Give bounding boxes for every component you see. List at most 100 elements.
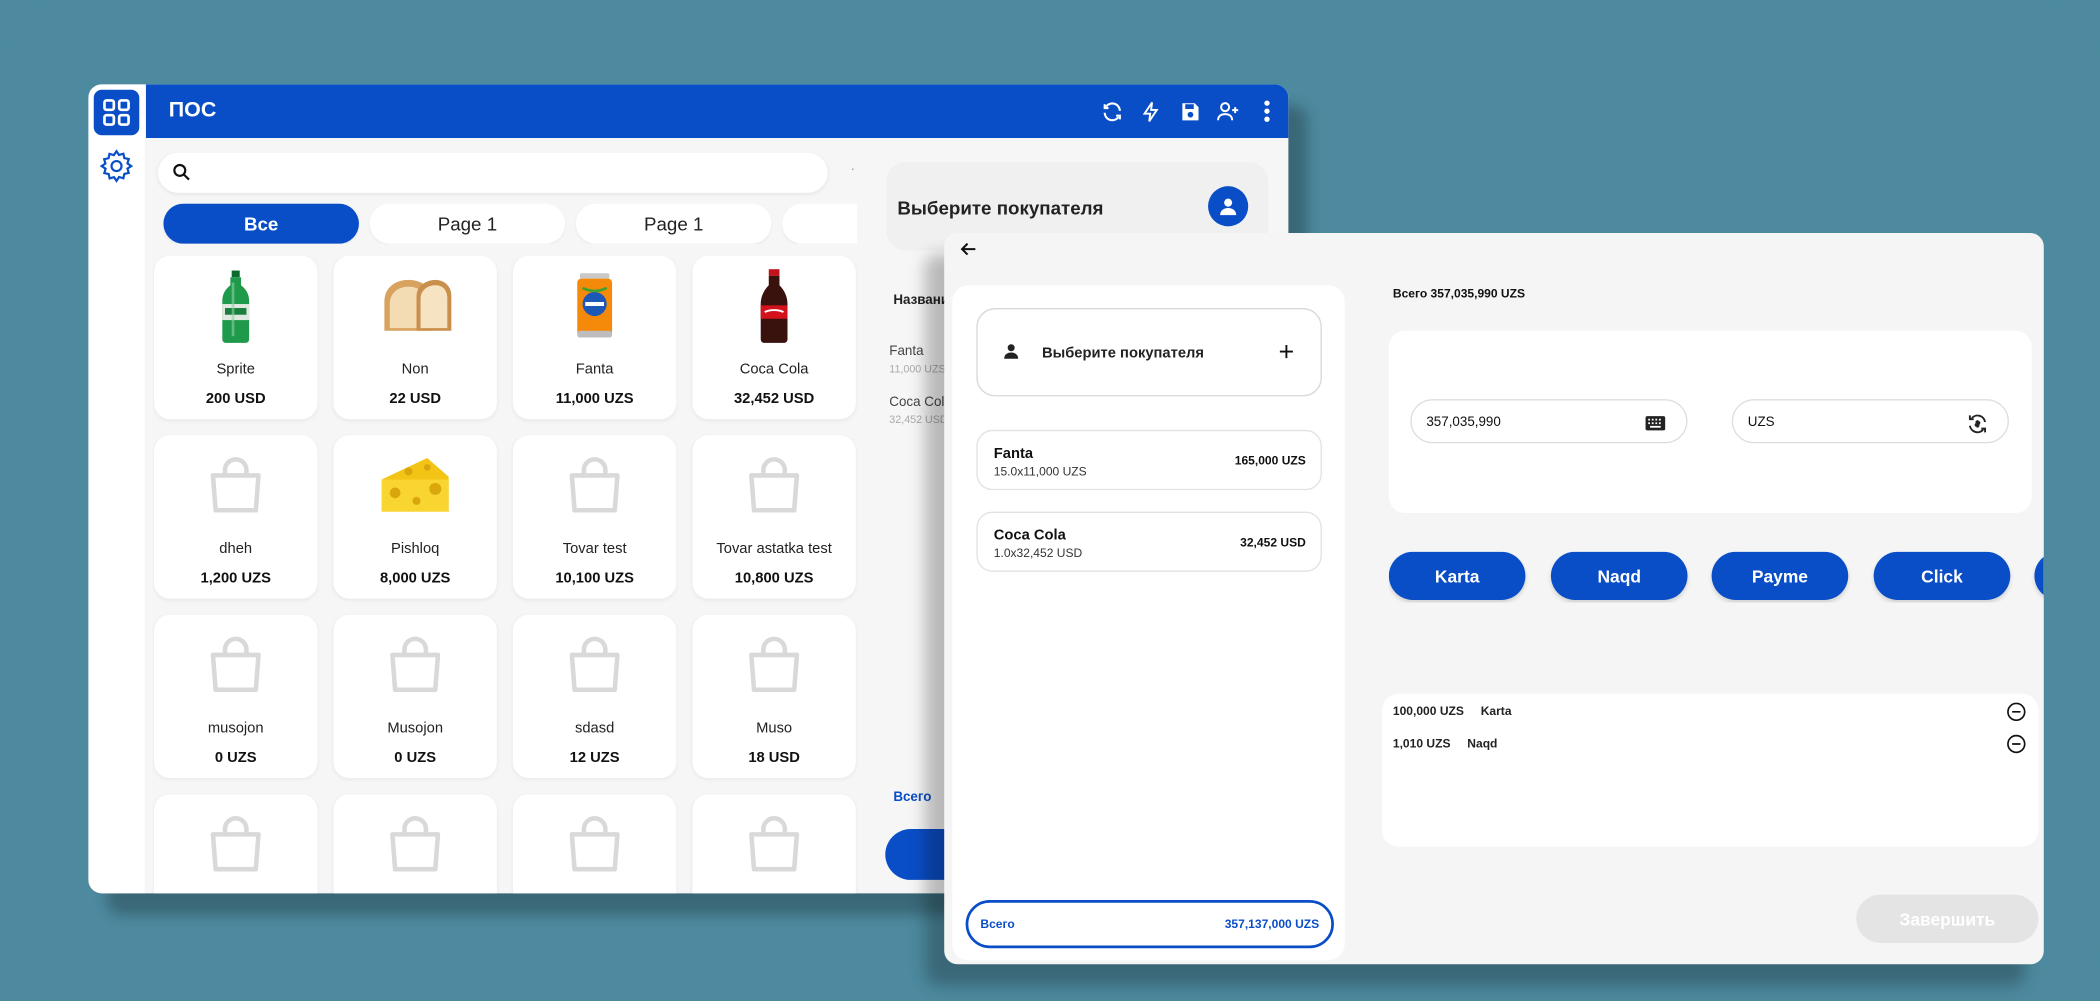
side-rail: [88, 84, 145, 894]
product-card[interactable]: Coca Cola 32,452 USD: [692, 255, 856, 420]
more-method-button[interactable]: [2034, 551, 2044, 601]
remove-payment-button[interactable]: [2005, 733, 2026, 754]
shopping-bag-icon: [734, 446, 814, 526]
product-name: musojon: [207, 720, 264, 737]
product-image: [196, 267, 276, 347]
total-label: Всего: [893, 790, 932, 805]
product-card[interactable]: Tovar astatka test 10,800 UZS: [692, 435, 856, 599]
product-card[interactable]: Fanta 11,000 UZS: [512, 255, 677, 420]
product-price: 32,452 USD: [733, 391, 815, 408]
product-card[interactable]: [692, 794, 856, 894]
order-total: Всего 357,137,000 UZS: [965, 900, 1334, 949]
product-card[interactable]: [154, 794, 318, 894]
top-bar: ПОС: [145, 84, 1289, 138]
lightning-icon: [1142, 101, 1158, 122]
product-name: Tovar test: [562, 541, 627, 558]
payme-button[interactable]: Payme: [1711, 551, 1849, 601]
payment-row: 1,010 UZS Naqd: [1393, 737, 1498, 750]
product-card[interactable]: dheh 1,200 UZS: [154, 435, 318, 599]
keyboard-icon: [1645, 416, 1666, 431]
product-card[interactable]: musojon 0 UZS: [154, 614, 318, 779]
payment-input-card: 357,035,990 UZS: [1388, 330, 2032, 513]
add-user-button[interactable]: [1215, 98, 1242, 125]
amount-field[interactable]: 357,035,990: [1410, 399, 1688, 444]
back-button[interactable]: [955, 236, 982, 263]
payment-amount: 100,000: [1392, 704, 1437, 718]
product-price: 1,200 UZS: [200, 570, 271, 587]
shopping-bag-icon: [196, 625, 276, 705]
product-card[interactable]: [512, 794, 677, 894]
finish-button[interactable]: Завершить: [1856, 894, 2039, 943]
stage: ПОС · Все Page 1 Page 1 Sprite 200 USD N…: [0, 0, 2100, 1001]
customer-label: Выберите покупателя: [897, 196, 1104, 219]
avatar[interactable]: [1208, 186, 1249, 227]
product-name: Pishloq: [391, 541, 440, 558]
product-card[interactable]: [333, 794, 497, 894]
shopping-bag-icon: [734, 805, 814, 885]
product-card[interactable]: Pishloq 8,000 UZS: [333, 435, 497, 599]
add-user-icon: [1217, 102, 1239, 121]
grid-icon: [103, 99, 130, 126]
product-card[interactable]: Tovar test 10,100 UZS: [512, 435, 677, 599]
add-customer-button[interactable]: [1272, 338, 1299, 365]
currency-field[interactable]: UZS: [1731, 399, 2009, 444]
product-name: Tovar astatka test: [716, 541, 832, 558]
naqd-button[interactable]: Naqd: [1550, 551, 1688, 601]
shopping-bag-icon: [375, 805, 455, 885]
save-button[interactable]: [1176, 98, 1203, 125]
product-name: Non: [401, 361, 429, 378]
product-card[interactable]: Non 22 USD: [333, 255, 497, 420]
tab-page-1-b[interactable]: Page 1: [575, 203, 772, 244]
cart-item-name: Coca Cola: [993, 527, 1066, 544]
payment-amount: 1,010: [1392, 736, 1424, 751]
checkout-dialog: Выберите покупателя Fanta 15.0x11,000 UZ…: [944, 233, 2044, 965]
payments-list: 100,000 UZS Karta 1,010 UZS Naqd: [1382, 693, 2039, 847]
customer-selector[interactable]: Выберите покупателя: [976, 308, 1322, 397]
product-price: 200 USD: [205, 391, 266, 408]
tab-partial[interactable]: [782, 203, 858, 244]
search-bar[interactable]: [158, 152, 828, 193]
remove-payment-button[interactable]: [2005, 700, 2026, 721]
cart-item-name: Fanta: [889, 344, 924, 359]
save-icon: [1181, 102, 1198, 120]
product-name: Fanta: [575, 361, 614, 378]
cart-item[interactable]: Fanta 15.0x11,000 UZS 165,000 UZS: [976, 429, 1322, 491]
karta-button[interactable]: Karta: [1388, 551, 1526, 601]
product-image: [734, 267, 814, 347]
shopping-bag-icon: [196, 446, 276, 526]
product-price: 0 UZS: [214, 750, 257, 767]
cart-item[interactable]: Coca Cola 1.0x32,452 USD 32,452 USD: [976, 511, 1322, 572]
cart-item-qty: 1.0x32,452 USD: [993, 546, 1083, 560]
shopping-bag-icon: [554, 625, 634, 705]
product-card[interactable]: sdasd 12 UZS: [512, 614, 677, 779]
amount-value: 357,035,990: [1426, 415, 1501, 430]
product-price: 12 UZS: [569, 750, 620, 767]
click-button[interactable]: Click: [1873, 551, 2011, 601]
product-name: Muso: [756, 720, 793, 737]
shopping-bag-icon: [196, 805, 276, 885]
more-menu-button[interactable]: [1254, 98, 1281, 125]
payment-currency: UZS: [1439, 704, 1464, 718]
product-card[interactable]: Muso 18 USD: [692, 614, 856, 779]
product-image: [375, 446, 455, 526]
product-card[interactable]: Musojon 0 UZS: [333, 614, 497, 779]
product-price: 10,100 UZS: [555, 570, 634, 587]
product-name: Musojon: [387, 720, 444, 737]
settings-button[interactable]: [96, 146, 136, 186]
keyboard-button[interactable]: [1643, 411, 1667, 435]
shopping-bag-icon: [554, 805, 634, 885]
apps-grid-button[interactable]: [93, 89, 140, 136]
product-card[interactable]: Sprite 200 USD: [154, 255, 318, 420]
search-icon: [173, 163, 190, 181]
currency-exchange-button[interactable]: [1965, 411, 1989, 435]
flash-button[interactable]: [1137, 98, 1164, 125]
product-name: dheh: [219, 541, 253, 558]
tab-all[interactable]: Все: [163, 203, 359, 244]
shopping-bag-icon: [554, 446, 634, 526]
refresh-icon: [1102, 101, 1121, 121]
refresh-button[interactable]: [1098, 98, 1125, 125]
search-input[interactable]: [203, 160, 807, 185]
product-image: [375, 267, 455, 347]
column-header: Названи: [893, 293, 947, 309]
tab-page-1[interactable]: Page 1: [369, 203, 566, 244]
